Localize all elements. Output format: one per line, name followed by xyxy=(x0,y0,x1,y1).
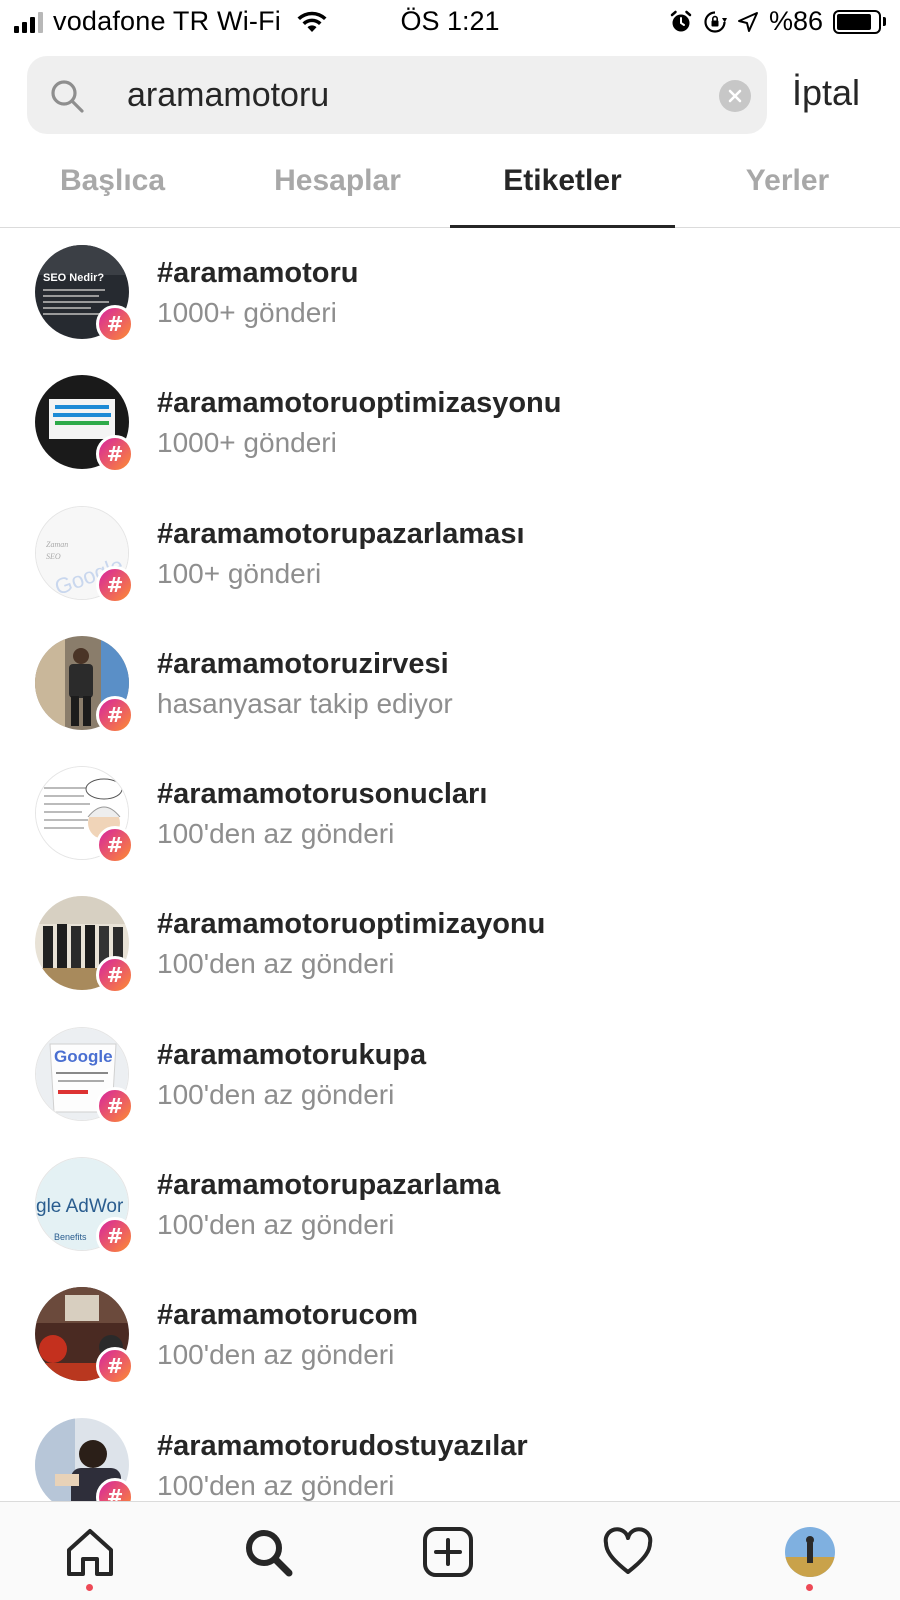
status-bar: vodafone TR Wi-Fi ÖS 1:21 %86 xyxy=(0,0,900,44)
hashtag-post-count: 100'den az gönderi xyxy=(157,818,395,850)
activity-heart-icon[interactable] xyxy=(600,1524,656,1580)
search-tabs: Başlıca Hesaplar Etiketler Yerler xyxy=(0,150,900,228)
profile-avatar xyxy=(785,1527,835,1577)
hashtag-post-count: hasanyasar takip ediyor xyxy=(157,687,453,719)
profile-tab[interactable] xyxy=(782,1524,838,1580)
svg-text:Zaman: Zaman xyxy=(46,540,68,549)
hashtag-row[interactable]: Google # #aramamotorukupa 100'den az gön… xyxy=(0,1011,900,1141)
hashtag-post-count: 100'den az gönderi xyxy=(157,1078,395,1110)
battery-percent: %86 xyxy=(768,6,823,36)
hashtag-badge-icon: # xyxy=(96,1347,134,1386)
alarm-icon xyxy=(670,10,692,31)
hashtag-row[interactable]: # #aramamotorudostuyazılar 100'den az gö… xyxy=(0,1402,900,1501)
hashtag-badge-icon: # xyxy=(96,1217,134,1256)
hashtag-row[interactable]: # #aramamotoruoptimizasyonu 1000+ gönder… xyxy=(0,359,900,489)
hashtag-name: #aramamotorupazarlama xyxy=(157,1169,501,1202)
search-input[interactable] xyxy=(99,56,719,134)
search-icon[interactable] xyxy=(240,1524,296,1580)
tab-tags[interactable]: Etiketler xyxy=(450,150,675,228)
hashtag-badge-icon: # xyxy=(96,695,134,734)
svg-text:SEO Nedir?: SEO Nedir? xyxy=(43,272,104,284)
hashtag-name: #aramamotoruoptimizasyonu xyxy=(157,387,562,420)
hashtag-post-count: 100'den az gönderi xyxy=(157,1339,395,1371)
hashtag-name: #aramamotoruzirvesi xyxy=(157,647,449,680)
svg-text:SEO: SEO xyxy=(46,552,61,561)
battery-fill xyxy=(837,13,872,30)
svg-text:Benefits: Benefits xyxy=(54,1232,87,1242)
hashtag-row[interactable]: # #aramamotorusonucları 100'den az gönde… xyxy=(0,750,900,880)
hashtag-badge-icon: # xyxy=(96,1086,134,1125)
tab-top[interactable]: Başlıca xyxy=(0,150,225,227)
bottom-nav xyxy=(0,1501,900,1600)
svg-text:gle AdWor: gle AdWor xyxy=(36,1196,124,1217)
hashtag-results-list: SEO Nedir? # #aramamotoru 1000+ gönderi … xyxy=(0,229,900,1501)
status-right: %86 xyxy=(669,6,886,37)
profile-notification-dot xyxy=(806,1584,813,1591)
clear-search-icon[interactable] xyxy=(719,80,751,112)
hashtag-name: #aramamotorupazarlaması xyxy=(157,517,525,550)
hashtag-row[interactable]: gle AdWor Benefits # #aramamotorupazarla… xyxy=(0,1141,900,1271)
hashtag-name: #aramamotorucom xyxy=(157,1299,419,1332)
hashtag-post-count: 1000+ gönderi xyxy=(157,297,337,328)
hashtag-badge-icon: # xyxy=(96,435,134,474)
hashtag-name: #aramamotorudostuyazılar xyxy=(157,1429,528,1462)
tab-places[interactable]: Yerler xyxy=(675,150,900,227)
hashtag-row[interactable]: SEO Nedir? # #aramamotoru 1000+ gönderi xyxy=(0,229,900,359)
rotation-lock-icon xyxy=(704,10,727,33)
hashtag-row[interactable]: # #aramamotoruzirvesi hasanyasar takip e… xyxy=(0,620,900,750)
hashtag-name: #aramamotoru xyxy=(157,257,359,289)
hashtag-row[interactable]: Zaman SEO Google # #aramamotorupazarlama… xyxy=(0,490,900,620)
search-icon xyxy=(51,80,84,113)
hashtag-badge-icon: # xyxy=(96,826,134,865)
tab-accounts[interactable]: Hesaplar xyxy=(225,150,450,227)
hashtag-post-count: 100'den az gönderi xyxy=(157,1469,395,1501)
search-row: İptal xyxy=(0,56,900,136)
hashtag-name: #aramamotorukupa xyxy=(157,1038,427,1071)
hashtag-post-count: 1000+ gönderi xyxy=(157,427,337,459)
hashtag-badge-icon: # xyxy=(96,305,134,343)
hashtag-name: #aramamotorusonucları xyxy=(157,778,488,811)
hashtag-name: #aramamotoruoptimizayonu xyxy=(157,908,546,941)
hashtag-post-count: 100'den az gönderi xyxy=(157,1209,395,1241)
cancel-button[interactable]: İptal xyxy=(792,72,860,114)
hashtag-row[interactable]: # #aramamotorucom 100'den az gönderi xyxy=(0,1271,900,1401)
hashtag-badge-icon: # xyxy=(96,565,134,604)
hashtag-post-count: 100+ gönderi xyxy=(157,557,322,589)
search-box[interactable] xyxy=(27,56,767,134)
home-notification-dot xyxy=(86,1584,93,1591)
hashtag-badge-icon: # xyxy=(96,956,134,995)
new-post-icon[interactable] xyxy=(420,1524,476,1580)
home-icon[interactable] xyxy=(62,1524,118,1580)
hashtag-row[interactable]: # #aramamotoruoptimizayonu 100'den az gö… xyxy=(0,880,900,1010)
svg-text:Google: Google xyxy=(54,1047,113,1066)
battery-icon xyxy=(833,9,886,34)
hashtag-post-count: 100'den az gönderi xyxy=(157,948,395,980)
location-arrow-icon xyxy=(737,11,758,32)
